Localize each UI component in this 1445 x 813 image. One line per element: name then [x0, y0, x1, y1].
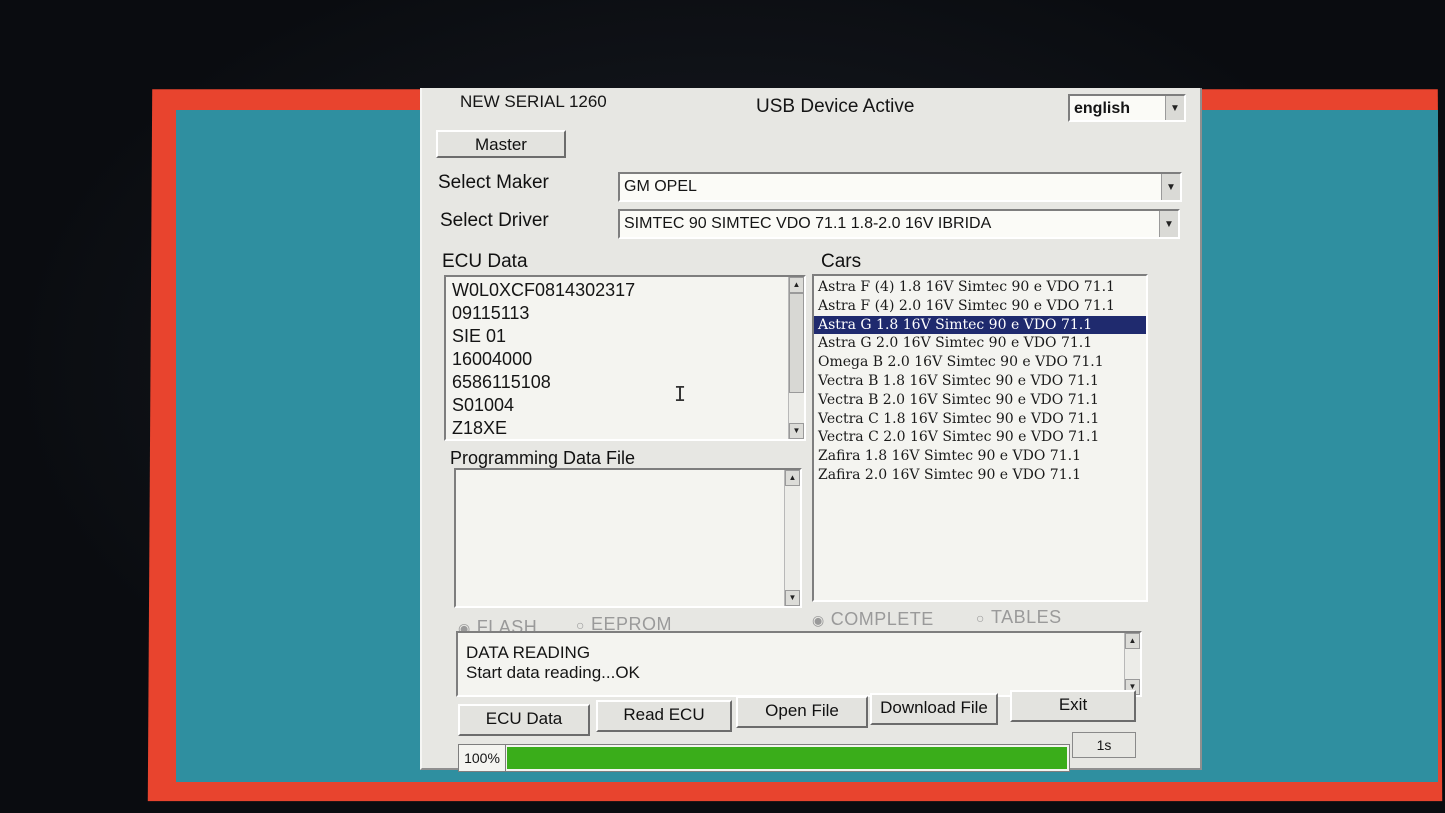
- car-list-item[interactable]: Zafira 2.0 16V Simtec 90 e VDO 71.1: [814, 466, 1146, 485]
- serial-number: NEW SERIAL 1260: [460, 92, 607, 111]
- cars-list[interactable]: Astra F (4) 1.8 16V Simtec 90 e VDO 71.1…: [812, 274, 1148, 602]
- chevron-down-icon[interactable]: ▼: [1165, 96, 1184, 120]
- download-file-button[interactable]: Download File: [870, 693, 998, 725]
- ecu-data-list[interactable]: W0L0XCF0814302317 09115113 SIE 01 16004000 6…: [444, 275, 806, 441]
- ecu-data-line: SIE 01: [452, 326, 507, 346]
- car-list-item[interactable]: Vectra B 1.8 16V Simtec 90 e VDO 71.1: [814, 372, 1146, 391]
- progress-bar: 100%: [458, 744, 1070, 772]
- ecu-tool-window: NEW SERIAL 1260 USB Device Active englis…: [420, 88, 1202, 772]
- chevron-down-icon[interactable]: ▼: [1159, 211, 1178, 237]
- log-line: DATA READING: [466, 643, 591, 662]
- usb-status: USB Device Active: [756, 96, 915, 117]
- maker-label: Select Maker: [438, 172, 549, 193]
- language-select[interactable]: english ▼: [1068, 94, 1186, 122]
- log-output: DATA READING Start data reading...OK ▲ ▼: [456, 631, 1142, 697]
- maker-select[interactable]: GM OPEL ▼: [618, 172, 1182, 202]
- ecu-data-label: ECU Data: [442, 251, 528, 272]
- language-value: english: [1074, 100, 1131, 117]
- scroll-up-icon[interactable]: ▲: [789, 277, 804, 293]
- programming-scrollbar[interactable]: ▲ ▼: [784, 470, 800, 606]
- log-line: Start data reading...OK: [466, 663, 640, 682]
- programming-label: Programming Data File: [450, 448, 636, 468]
- cars-label: Cars: [821, 251, 862, 272]
- text-cursor-icon: I: [674, 382, 687, 406]
- driver-label: Select Driver: [440, 210, 549, 231]
- ecu-data-line: 09115113: [452, 303, 530, 323]
- log-scrollbar[interactable]: ▲ ▼: [1124, 633, 1140, 695]
- driver-value: SIMTEC 90 SIMTEC VDO 71.1 1.8-2.0 16V IB…: [624, 215, 992, 232]
- car-list-item[interactable]: Astra F (4) 1.8 16V Simtec 90 e VDO 71.1: [814, 278, 1146, 297]
- scroll-down-icon[interactable]: ▼: [789, 423, 804, 439]
- ecu-data-line: S01004: [452, 395, 515, 415]
- car-list-item[interactable]: Astra G 1.8 16V Simtec 90 e VDO 71.1: [814, 315, 1146, 335]
- ecu-data-scrollbar[interactable]: ▲ ▼: [788, 277, 804, 439]
- car-list-item[interactable]: Astra F (4) 2.0 16V Simtec 90 e VDO 71.1: [814, 297, 1146, 316]
- car-list-item[interactable]: Zafira 1.8 16V Simtec 90 e VDO 71.1: [814, 447, 1146, 466]
- scroll-up-icon[interactable]: ▲: [1125, 633, 1140, 649]
- car-list-item[interactable]: Astra G 2.0 16V Simtec 90 e VDO 71.1: [814, 334, 1146, 353]
- car-list-item[interactable]: Vectra C 1.8 16V Simtec 90 e VDO 71.1: [814, 410, 1146, 429]
- chevron-down-icon[interactable]: ▼: [1161, 174, 1180, 200]
- scroll-thumb[interactable]: [789, 293, 804, 393]
- radio-tables[interactable]: ○ TABLES: [976, 607, 1062, 628]
- radio-complete-label: COMPLETE: [830, 609, 934, 629]
- ecu-data-line: W0L0XCF0814302317: [452, 280, 636, 300]
- ecu-data-line: Z18XE: [452, 418, 508, 438]
- scroll-up-icon[interactable]: ▲: [785, 470, 800, 486]
- progress-percent: 100%: [459, 745, 506, 771]
- ecu-data-line: 6586115108: [452, 372, 551, 392]
- elapsed-time: 1s: [1072, 732, 1136, 758]
- radio-unchecked-icon: ○: [976, 610, 985, 626]
- car-list-item[interactable]: Omega B 2.0 16V Simtec 90 e VDO 71.1: [814, 353, 1146, 372]
- ecu-data-button[interactable]: ECU Data: [458, 704, 590, 736]
- radio-tables-label: TABLES: [990, 607, 1062, 627]
- open-file-button[interactable]: Open File: [736, 696, 868, 728]
- radio-checked-icon: ◉: [812, 612, 825, 628]
- master-button[interactable]: Master: [436, 130, 566, 158]
- car-list-item[interactable]: Vectra C 2.0 16V Simtec 90 e VDO 71.1: [814, 428, 1146, 447]
- scroll-down-icon[interactable]: ▼: [785, 590, 800, 606]
- progress-fill: [507, 747, 1067, 769]
- exit-button[interactable]: Exit: [1010, 690, 1136, 722]
- programming-data-file-list[interactable]: ▲ ▼: [454, 468, 802, 608]
- ecu-data-line: 16004000: [452, 349, 533, 369]
- driver-select[interactable]: SIMTEC 90 SIMTEC VDO 71.1 1.8-2.0 16V IB…: [618, 209, 1180, 239]
- radio-complete[interactable]: ◉ COMPLETE: [812, 609, 934, 630]
- maker-value: GM OPEL: [624, 178, 697, 195]
- car-list-item[interactable]: Vectra B 2.0 16V Simtec 90 e VDO 71.1: [814, 391, 1146, 410]
- read-ecu-button[interactable]: Read ECU: [596, 700, 732, 732]
